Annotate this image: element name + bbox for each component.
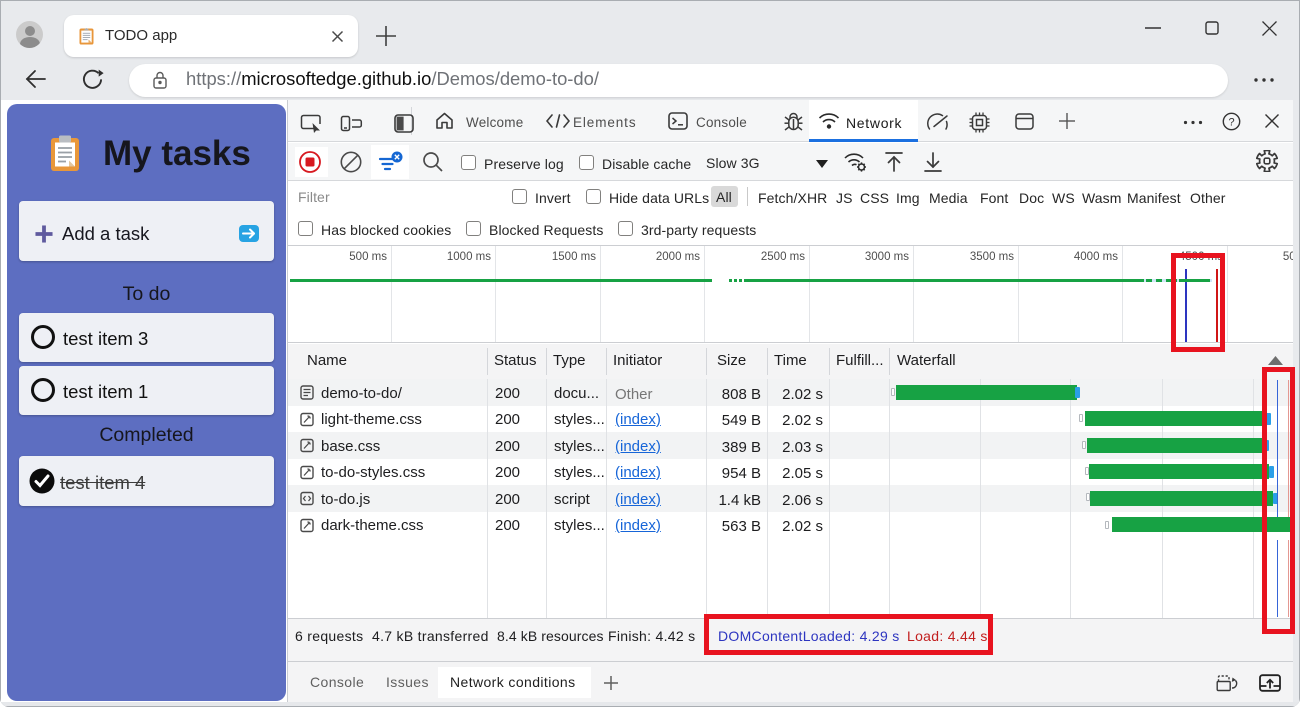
svg-text:?: ?: [1228, 116, 1234, 128]
